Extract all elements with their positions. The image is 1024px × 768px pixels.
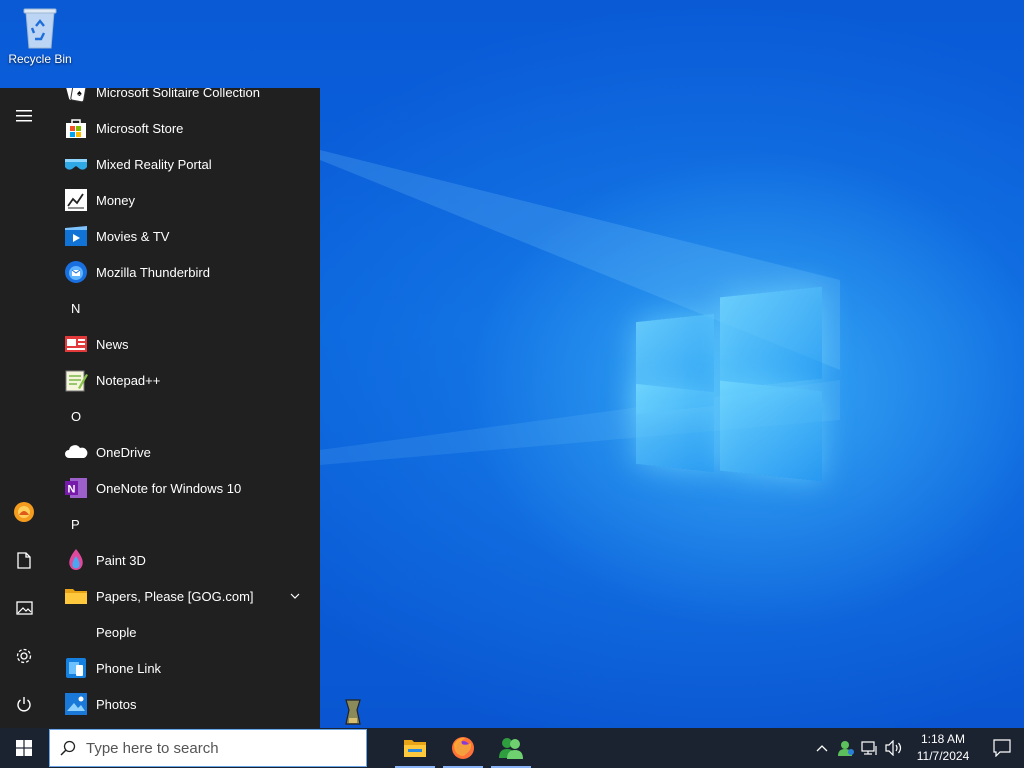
windows-start-icon (16, 740, 32, 756)
app-news[interactable]: News (48, 326, 320, 362)
app-label: News (96, 336, 129, 352)
gear-icon (16, 648, 32, 664)
folder-icon (404, 740, 426, 757)
app-movies-tv[interactable]: Movies & TV (48, 218, 320, 254)
letter-header-n[interactable]: N (48, 290, 320, 326)
letter-header-o[interactable]: O (48, 398, 320, 434)
paint3d-icon (64, 548, 88, 572)
onenote-icon: N (64, 476, 88, 500)
app-label: Money (96, 192, 136, 208)
phone-link-icon (64, 656, 88, 680)
cards-icon: ♠ (64, 88, 88, 104)
search-icon (50, 740, 86, 756)
folder-icon (64, 584, 88, 608)
app-label: Mixed Reality Portal (96, 156, 212, 172)
clock-time: 1:18 AM (920, 732, 966, 746)
show-hidden-icons-button[interactable] (810, 728, 834, 768)
hamburger-icon (16, 110, 32, 122)
app-people[interactable]: People (48, 614, 320, 650)
app-label: Microsoft Store (96, 120, 184, 136)
clock-date: 11/7/2024 (916, 749, 970, 763)
app-microsoft-solitaire[interactable]: ♠ Microsoft Solitaire Collection (48, 88, 320, 110)
app-label: Notepad++ (96, 372, 161, 388)
app-mixed-reality-portal[interactable]: Mixed Reality Portal (48, 146, 320, 182)
mixed-reality-icon (64, 152, 88, 176)
taskbar-file-explorer[interactable] (391, 728, 439, 768)
network-icon (861, 741, 877, 755)
windows-logo-wallpaper (636, 286, 824, 482)
app-label: Paint 3D (96, 552, 146, 568)
app-onenote[interactable]: N OneNote for Windows 10 (48, 470, 320, 506)
taskbar: 1:18 AM 11/7/2024 (0, 728, 1024, 768)
letter-header-p[interactable]: P (48, 506, 320, 542)
app-label: Phone Link (96, 660, 162, 676)
busy-cursor-icon (345, 699, 361, 725)
movies-icon (64, 224, 88, 248)
app-photos[interactable]: Photos (48, 686, 320, 722)
pictures-button[interactable] (0, 586, 48, 630)
app-label: Microsoft Solitaire Collection (96, 88, 261, 100)
people-icon (499, 738, 523, 759)
chevron-up-icon (816, 745, 828, 752)
recycle-bin-label: Recycle Bin (8, 52, 72, 66)
network-button[interactable] (858, 728, 882, 768)
app-label: Photos (96, 696, 137, 712)
app-label: People (96, 624, 137, 640)
app-phone-link[interactable]: Phone Link (48, 650, 320, 686)
people-tray-icon (838, 741, 854, 756)
svg-text:♠: ♠ (77, 88, 82, 98)
app-label: OneDrive (96, 444, 151, 460)
letter-label: N (71, 300, 81, 316)
search-input[interactable] (86, 739, 346, 757)
app-label: Movies & TV (96, 228, 170, 244)
power-button[interactable] (0, 682, 48, 726)
app-onedrive[interactable]: OneDrive (48, 434, 320, 470)
volume-button[interactable] (882, 728, 906, 768)
news-icon (64, 332, 88, 356)
notification-icon (993, 739, 1011, 757)
app-notepadpp[interactable]: Notepad++ (48, 362, 320, 398)
app-label: Mozilla Thunderbird (96, 264, 210, 280)
chevron-down-icon[interactable] (290, 589, 300, 604)
power-icon (17, 696, 31, 711)
recycle-bin-icon (20, 6, 60, 50)
pictures-icon (15, 601, 33, 615)
letter-label: P (71, 516, 80, 532)
cloud-icon (64, 440, 88, 464)
app-paint-3d[interactable]: Paint 3D (48, 542, 320, 578)
app-money[interactable]: Money (48, 182, 320, 218)
taskbar-firefox[interactable] (439, 728, 487, 768)
letter-label: O (71, 408, 82, 424)
taskbar-people-app[interactable] (487, 728, 535, 768)
svg-text:N: N (68, 484, 76, 496)
start-menu: ♠ Microsoft Solitaire Collection Microso… (0, 88, 320, 728)
action-center-button[interactable] (980, 728, 1024, 768)
notepadpp-icon (64, 368, 88, 392)
app-microsoft-store[interactable]: Microsoft Store (48, 110, 320, 146)
expand-menu-button[interactable] (0, 94, 48, 138)
recycle-bin-shortcut[interactable]: Recycle Bin (4, 6, 76, 66)
tray-people-button[interactable] (834, 728, 858, 768)
clock[interactable]: 1:18 AM 11/7/2024 (906, 731, 980, 765)
system-tray: 1:18 AM 11/7/2024 (810, 728, 1024, 768)
money-chart-icon (64, 188, 88, 212)
app-label: OneNote for Windows 10 (96, 480, 242, 496)
app-label: Papers, Please [GOG.com] (96, 588, 254, 604)
document-icon (17, 551, 31, 569)
app-list: ♠ Microsoft Solitaire Collection Microso… (48, 88, 320, 722)
settings-button[interactable] (0, 634, 48, 678)
app-mozilla-thunderbird[interactable]: Mozilla Thunderbird (48, 254, 320, 290)
user-account-button[interactable] (0, 490, 48, 534)
documents-button[interactable] (0, 538, 48, 582)
taskbar-search-box[interactable] (49, 729, 367, 767)
avatar-icon (14, 502, 34, 522)
store-icon (64, 116, 88, 140)
start-button[interactable] (0, 728, 48, 768)
firefox-icon (452, 737, 474, 759)
start-menu-rail (0, 88, 48, 728)
app-folder-papers-please[interactable]: Papers, Please [GOG.com] (48, 578, 320, 614)
speaker-icon (885, 740, 902, 756)
photos-icon (64, 692, 88, 716)
thunderbird-icon (64, 260, 88, 284)
